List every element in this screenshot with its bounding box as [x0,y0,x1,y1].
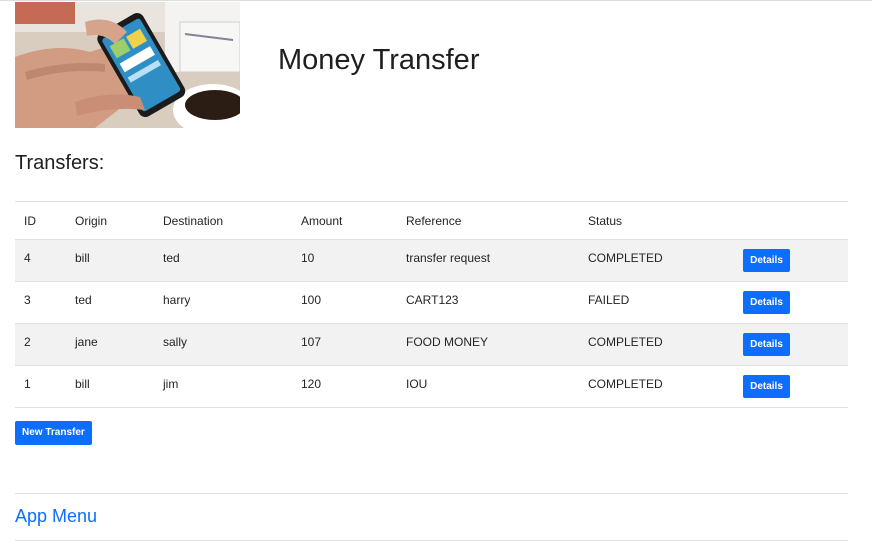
cell-destination: sally [154,323,292,366]
transfers-heading: Transfers: [15,152,105,174]
new-transfer-button[interactable]: New Transfer [15,421,92,445]
app-menu-link[interactable]: App Menu [15,506,97,527]
cell-destination: ted [154,239,292,282]
cell-actions: Details [734,323,848,366]
table-row: 3 ted harry 100 CART123 FAILED Details [15,281,848,324]
cell-destination: harry [154,281,292,324]
cell-status: COMPLETED [579,323,734,366]
cell-actions: Details [734,365,848,408]
cell-amount: 107 [292,323,397,366]
column-header-amount: Amount [292,201,397,240]
cell-actions: Details [734,239,848,282]
cell-status: COMPLETED [579,239,734,282]
details-button[interactable]: Details [743,375,790,398]
cell-origin: bill [66,365,154,408]
column-header-status: Status [579,201,734,240]
cell-id: 1 [15,365,66,408]
cell-id: 3 [15,281,66,324]
cell-reference: FOOD MONEY [397,323,579,366]
column-header-id: ID [15,201,66,240]
table-header-row: ID Origin Destination Amount Reference S… [15,201,848,240]
cell-status: COMPLETED [579,365,734,408]
cell-origin: jane [66,323,154,366]
cell-reference: IOU [397,365,579,408]
cell-reference: transfer request [397,239,579,282]
table-row: 2 jane sally 107 FOOD MONEY COMPLETED De… [15,323,848,366]
cell-amount: 10 [292,239,397,282]
cell-id: 4 [15,239,66,282]
details-button[interactable]: Details [743,249,790,272]
top-divider [0,0,872,1]
menu-divider-top [15,493,848,494]
cell-reference: CART123 [397,281,579,324]
cell-origin: ted [66,281,154,324]
table-row: 4 bill ted 10 transfer request COMPLETED… [15,239,848,282]
cell-id: 2 [15,323,66,366]
cell-destination: jim [154,365,292,408]
cell-amount: 100 [292,281,397,324]
cell-amount: 120 [292,365,397,408]
menu-divider-bottom [15,540,848,541]
column-header-actions [734,201,848,240]
transfers-table: ID Origin Destination Amount Reference S… [15,201,848,408]
details-button[interactable]: Details [743,333,790,356]
cell-origin: bill [66,239,154,282]
column-header-reference: Reference [397,201,579,240]
cell-status: FAILED [579,281,734,324]
details-button[interactable]: Details [743,291,790,314]
column-header-destination: Destination [154,201,292,240]
table-row: 1 bill jim 120 IOU COMPLETED Details [15,365,848,408]
cell-actions: Details [734,281,848,324]
hero-image [15,2,240,128]
column-header-origin: Origin [66,201,154,240]
page-title: Money Transfer [278,44,480,76]
